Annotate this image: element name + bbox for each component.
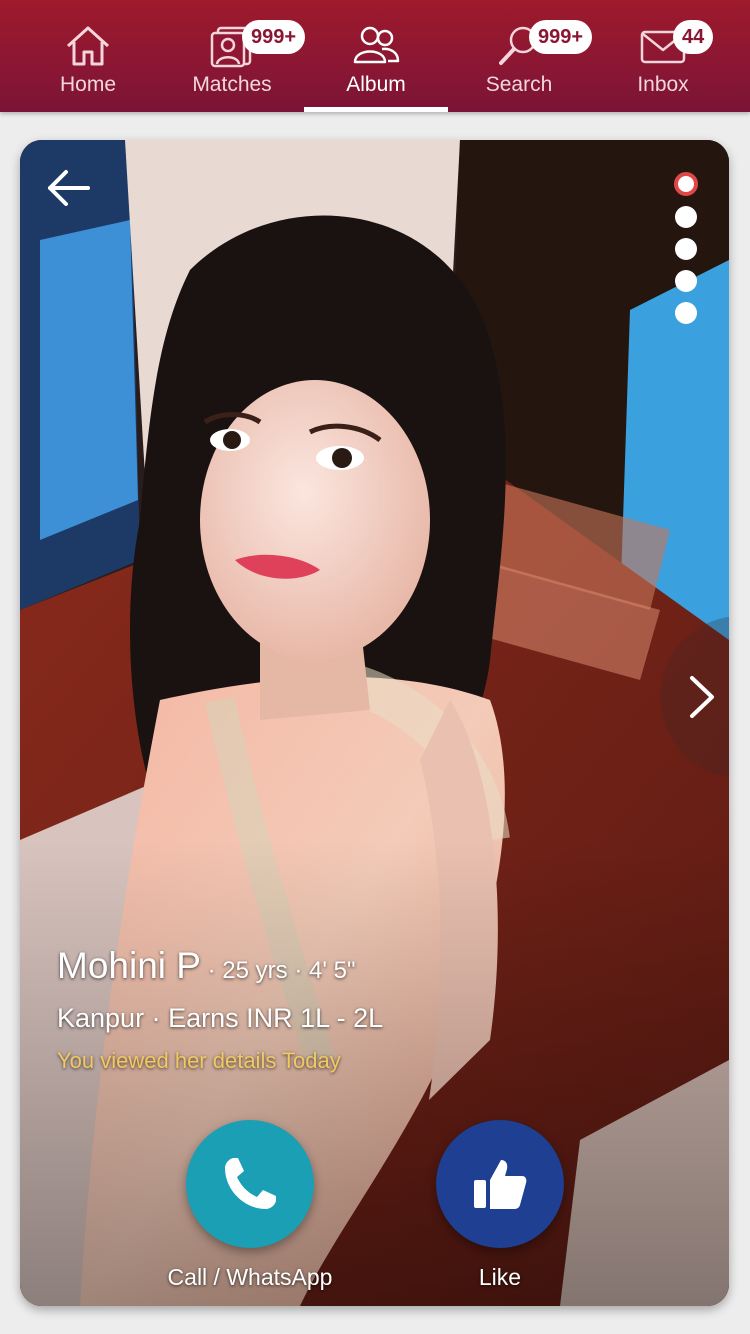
name-line: Mohini P · 25 yrs · 4' 5"	[57, 945, 356, 986]
phone-icon	[225, 1158, 276, 1209]
profile-photo[interactable]	[20, 140, 729, 1306]
nav-tab-home-label: Home	[59, 73, 117, 96]
active-tab-indicator	[304, 107, 448, 112]
like-label: Like	[478, 1264, 522, 1290]
call-whatsapp-label: Call / WhatsApp	[167, 1264, 333, 1290]
matches-count-badge: 999+	[242, 20, 306, 54]
call-whatsapp-button[interactable]	[186, 1120, 314, 1248]
top-navigation-bar: Home 999+ Matches Album 999+ Search 44 I…	[0, 0, 750, 112]
inbox-count-badge: 44	[673, 20, 714, 54]
pager-dot[interactable]	[675, 238, 697, 260]
pager-dot[interactable]	[675, 302, 697, 324]
call-whatsapp-action[interactable]: Call / WhatsApp	[165, 1120, 335, 1291]
nav-tab-inbox[interactable]: 44 Inbox	[591, 0, 735, 112]
nav-tab-search[interactable]: 999+ Search	[447, 0, 593, 112]
profile-income: Earns INR 1L - 2L	[168, 1003, 384, 1033]
nav-tab-matches[interactable]: 999+ Matches	[160, 0, 306, 112]
profile-name: Mohini P	[57, 945, 201, 986]
nav-tab-matches-label: Matches	[192, 73, 272, 96]
like-button[interactable]	[436, 1120, 564, 1248]
pager-dot-active[interactable]	[674, 172, 698, 196]
profile-summary: Mohini P · 25 yrs · 4' 5" Kanpur · Earns…	[57, 945, 383, 1074]
pager-dot[interactable]	[675, 270, 697, 292]
album-icon	[353, 26, 400, 64]
nav-tab-home[interactable]: Home	[16, 0, 160, 112]
profile-age: 25 yrs	[222, 957, 288, 984]
photo-pager-dots	[673, 172, 699, 334]
back-arrow-icon[interactable]	[44, 166, 92, 210]
profile-city: Kanpur	[57, 1003, 145, 1033]
nav-tab-album[interactable]: Album	[304, 0, 448, 112]
nav-tab-search-label: Search	[485, 73, 553, 96]
profile-height: 4' 5"	[309, 957, 356, 984]
pager-dot[interactable]	[675, 206, 697, 228]
home-icon	[66, 26, 110, 66]
like-action[interactable]: Like	[415, 1120, 585, 1291]
profile-card[interactable]: Mohini P · 25 yrs · 4' 5" Kanpur · Earns…	[20, 140, 729, 1306]
nav-tab-album-label: Album	[346, 73, 406, 96]
thumbs-up-icon	[474, 1160, 527, 1209]
nav-tab-inbox-label: Inbox	[637, 73, 689, 96]
chevron-right-icon	[690, 676, 714, 718]
location-income-line: Kanpur · Earns INR 1L - 2L	[57, 1003, 384, 1033]
viewed-note: You viewed her details Today	[57, 1048, 341, 1073]
search-count-badge: 999+	[529, 20, 593, 54]
